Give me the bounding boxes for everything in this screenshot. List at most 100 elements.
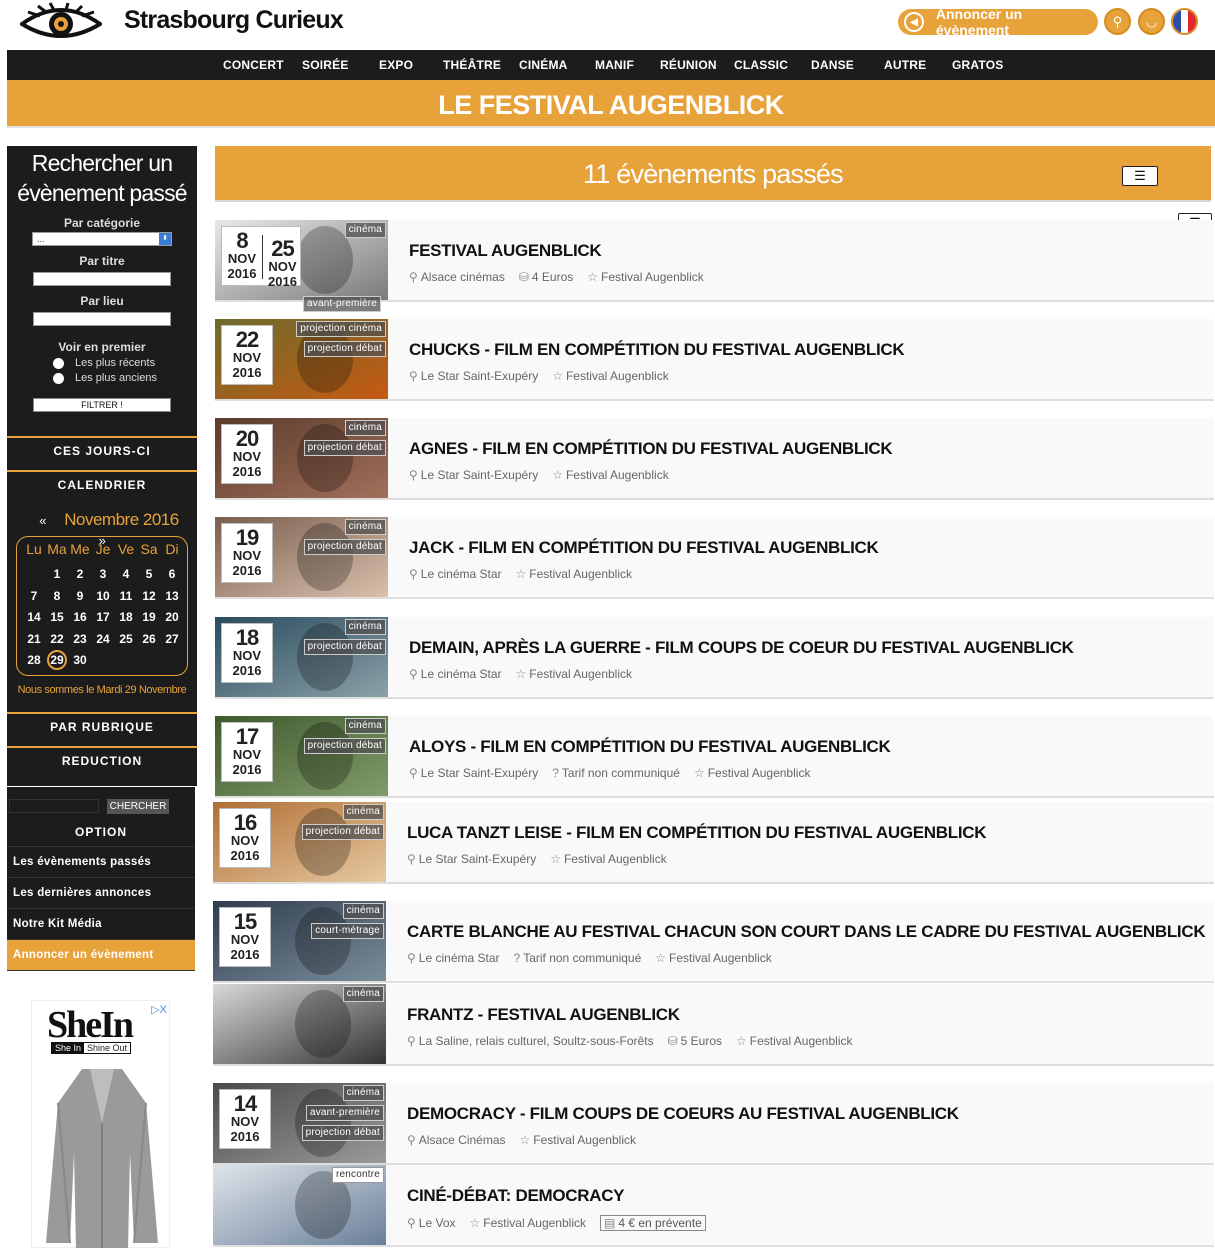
category-tag[interactable]: projection débat xyxy=(303,341,386,357)
calendar-day[interactable]: 12 xyxy=(138,589,160,603)
event-card[interactable]: 17 NOV 2016 cinéma projection débat ALOYS - F… xyxy=(215,716,1214,798)
calendar-day[interactable]: 7 xyxy=(23,589,45,603)
category-tag[interactable]: cinéma xyxy=(342,903,384,919)
event-card[interactable]: rencontre CINÉ-DÉBAT: DEMOCRACY ⚲ Le Vox ☆ Fe… xyxy=(213,1165,1214,1247)
calendar-day[interactable]: 16 xyxy=(69,610,91,624)
event-card[interactable]: 15 NOV 2016 cinéma court-métrage CARTE BLANCH… xyxy=(213,901,1214,983)
calendar-day[interactable]: 18 xyxy=(115,610,137,624)
event-organizer[interactable]: ☆ Festival Augenblick xyxy=(694,766,811,780)
calendar-day[interactable]: 17 xyxy=(92,610,114,624)
announce-event-button[interactable]: ◀ Annoncer un évènement xyxy=(898,6,1098,38)
radio-dot[interactable] xyxy=(53,372,64,384)
radio-oldest[interactable]: Les plus anciens xyxy=(53,372,197,384)
event-title[interactable]: CHUCKS - FILM EN COMPÉTITION DU FESTIVAL… xyxy=(409,340,905,360)
event-organizer[interactable]: ☆ Festival Augenblick xyxy=(516,667,633,681)
nav-concert[interactable]: CONCERT xyxy=(223,58,284,72)
event-title[interactable]: DEMOCRACY - FILM COUPS DE COEURS AU FEST… xyxy=(407,1104,959,1124)
calendar-day[interactable]: 15 xyxy=(46,610,68,624)
calendar-day[interactable]: 10 xyxy=(92,589,114,603)
calendar-day[interactable]: 5 xyxy=(138,567,160,581)
category-tag[interactable]: cinéma xyxy=(344,420,386,436)
option-media-kit[interactable]: Notre Kit Média xyxy=(7,909,195,940)
event-place[interactable]: ⚲ Le Star Saint-Exupéry xyxy=(407,852,536,866)
event-place[interactable]: ⚲ Le Star Saint-Exupéry xyxy=(409,766,538,780)
event-title[interactable]: AGNES - FILM EN COMPÉTITION DU FESTIVAL … xyxy=(409,439,893,459)
calendar-day[interactable]: 4 xyxy=(115,567,137,581)
event-title[interactable]: CARTE BLANCHE AU FESTIVAL CHACUN SON COU… xyxy=(407,922,1206,942)
event-organizer[interactable]: ☆ Festival Augenblick xyxy=(550,852,667,866)
event-thumbnail[interactable]: 17 NOV 2016 cinéma projection débat xyxy=(215,716,388,796)
eye-logo-icon[interactable] xyxy=(20,2,102,44)
calendar-day[interactable]: 20 xyxy=(161,610,183,624)
nav-autre[interactable]: AUTRE xyxy=(884,58,926,72)
calendar-day[interactable]: 21 xyxy=(23,632,45,646)
category-select[interactable]: ... ⬍ xyxy=(32,232,172,246)
event-title[interactable]: CINÉ-DÉBAT: DEMOCRACY xyxy=(407,1186,625,1206)
event-thumbnail[interactable]: 18 NOV 2016 cinéma projection débat xyxy=(215,617,388,697)
category-tag[interactable]: cinéma xyxy=(344,619,386,635)
by-section-link[interactable]: PAR RUBRIQUE xyxy=(7,712,197,740)
calendar-day[interactable]: 30 xyxy=(69,653,91,667)
category-tag[interactable]: cinéma xyxy=(342,1085,384,1101)
category-tag[interactable]: projection débat xyxy=(303,639,386,655)
event-title[interactable]: LUCA TANZT LEISE - FILM EN COMPÉTITION D… xyxy=(407,823,987,843)
event-place[interactable]: ⚲ Le cinéma Star xyxy=(409,667,502,681)
category-tag[interactable]: projection débat xyxy=(301,824,384,840)
event-card[interactable]: 19 NOV 2016 cinéma projection débat JACK - FI… xyxy=(215,517,1214,599)
search-button[interactable]: CHERCHER xyxy=(107,799,169,814)
category-tag[interactable]: cinéma xyxy=(342,986,384,1002)
event-thumbnail[interactable]: 15 NOV 2016 cinéma court-métrage xyxy=(213,901,386,981)
calendar-day[interactable]: 14 xyxy=(23,610,45,624)
sidebar-search-input[interactable] xyxy=(9,799,99,813)
nav-gratos[interactable]: GRATOS xyxy=(952,58,1003,72)
calendar-day[interactable]: 1 xyxy=(46,567,68,581)
option-past-events[interactable]: Les évènements passés xyxy=(7,847,195,878)
place-input[interactable] xyxy=(33,312,171,326)
calendar-day[interactable]: 13 xyxy=(161,589,183,603)
event-thumbnail[interactable]: 19 NOV 2016 cinéma projection débat xyxy=(215,517,388,597)
category-tag[interactable]: avant-première xyxy=(303,296,382,312)
nav-danse[interactable]: DANSE xyxy=(811,58,854,72)
event-organizer[interactable]: ☆ Festival Augenblick xyxy=(587,270,704,284)
event-thumbnail[interactable]: 16 NOV 2016 cinéma projection débat xyxy=(213,802,386,882)
radio-dot[interactable] xyxy=(53,357,64,369)
event-card[interactable]: 18 NOV 2016 cinéma projection débat DEMAIN, A… xyxy=(215,617,1214,699)
event-place[interactable]: ⚲ Le Star Saint-Exupéry xyxy=(409,468,538,482)
event-place[interactable]: ⚲ Le cinéma Star xyxy=(409,567,502,581)
nav-cinema[interactable]: CINÉMA xyxy=(519,58,568,72)
nav-expo[interactable]: EXPO xyxy=(379,58,413,72)
event-card[interactable]: 8 NOV 2016 25 NOV 2016 cinéma avant-première FES… xyxy=(215,220,1214,312)
event-title[interactable]: ALOYS - FILM EN COMPÉTITION DU FESTIVAL … xyxy=(409,737,891,757)
event-organizer[interactable]: ☆ Festival Augenblick xyxy=(552,369,669,383)
event-place[interactable]: ⚲ Le cinéma Star xyxy=(407,951,500,965)
category-tag[interactable]: cinéma xyxy=(342,804,384,820)
calendar-day[interactable]: 23 xyxy=(69,632,91,646)
category-tag[interactable]: cinéma xyxy=(344,519,386,535)
nav-soiree[interactable]: SOIRÉE xyxy=(302,58,349,72)
event-thumbnail[interactable]: 20 NOV 2016 cinéma projection débat xyxy=(215,418,388,498)
calendar-day[interactable]: 28 xyxy=(23,653,45,667)
calendar-day[interactable]: 24 xyxy=(92,632,114,646)
event-thumbnail[interactable]: rencontre xyxy=(213,1165,386,1245)
event-thumbnail[interactable]: 22 NOV 2016 projection cinéma projection déb… xyxy=(215,319,388,399)
event-organizer[interactable]: ☆ Festival Augenblick xyxy=(736,1034,853,1048)
event-thumbnail[interactable]: cinéma xyxy=(213,984,386,1064)
category-tag[interactable]: court-métrage xyxy=(311,923,384,939)
option-latest-ads[interactable]: Les dernières annonces xyxy=(7,878,195,909)
nav-theatre[interactable]: THÉÂTRE xyxy=(443,58,501,72)
category-tag[interactable]: cinéma xyxy=(344,718,386,734)
option-announce-event[interactable]: Annoncer un évènement xyxy=(7,940,195,971)
calendar-day[interactable]: 6 xyxy=(161,567,183,581)
event-organizer[interactable]: ☆ Festival Augenblick xyxy=(470,1216,587,1230)
calendar-day[interactable]: 2 xyxy=(69,567,91,581)
event-card[interactable]: 16 NOV 2016 cinéma projection débat LUCA TANZ… xyxy=(213,802,1214,884)
these-days-link[interactable]: CES JOURS-CI xyxy=(7,436,197,464)
nav-classic[interactable]: CLASSIC xyxy=(734,58,788,72)
category-tag[interactable]: rencontre xyxy=(331,1167,384,1183)
event-organizer[interactable]: ☆ Festival Augenblick xyxy=(552,468,669,482)
search-icon[interactable]: ⚲ xyxy=(1104,8,1131,35)
list-view-icon[interactable]: ☰ xyxy=(1122,166,1158,186)
category-tag[interactable]: projection débat xyxy=(303,539,386,555)
category-tag[interactable]: projection cinéma xyxy=(296,321,386,337)
event-place[interactable]: ⚲ Le Star Saint-Exupéry xyxy=(409,369,538,383)
